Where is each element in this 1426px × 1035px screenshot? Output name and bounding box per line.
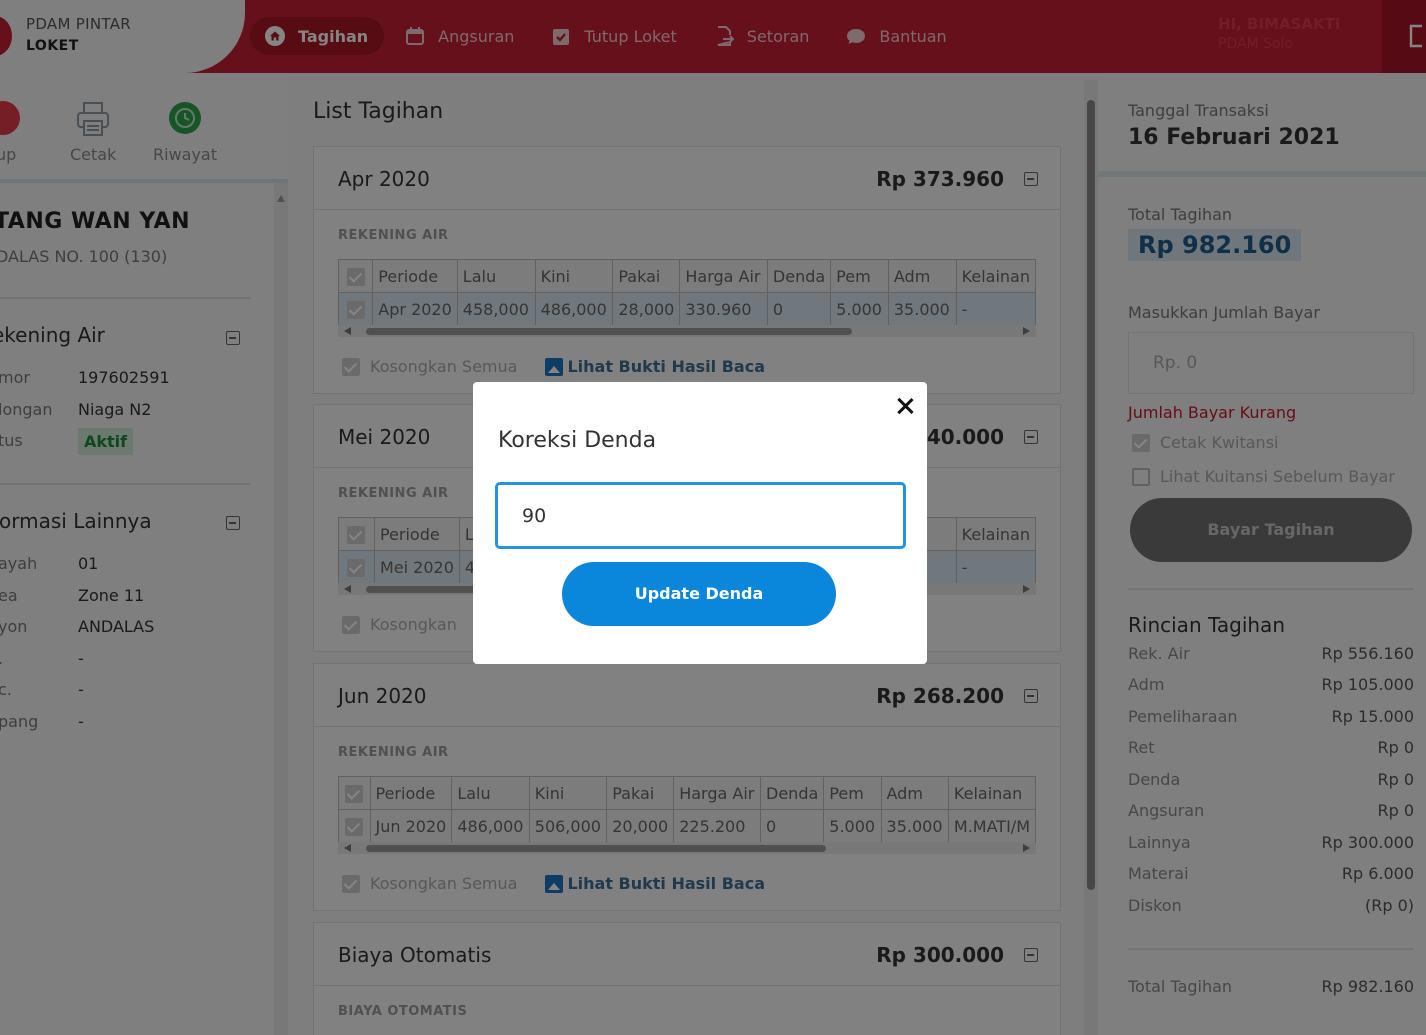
koreksi-denda-dialog: Koreksi Denda Update Denda xyxy=(473,382,927,664)
close-icon[interactable] xyxy=(895,396,915,416)
denda-input[interactable] xyxy=(495,482,906,549)
dialog-title: Koreksi Denda xyxy=(498,428,657,453)
update-denda-button[interactable]: Update Denda xyxy=(562,562,836,626)
